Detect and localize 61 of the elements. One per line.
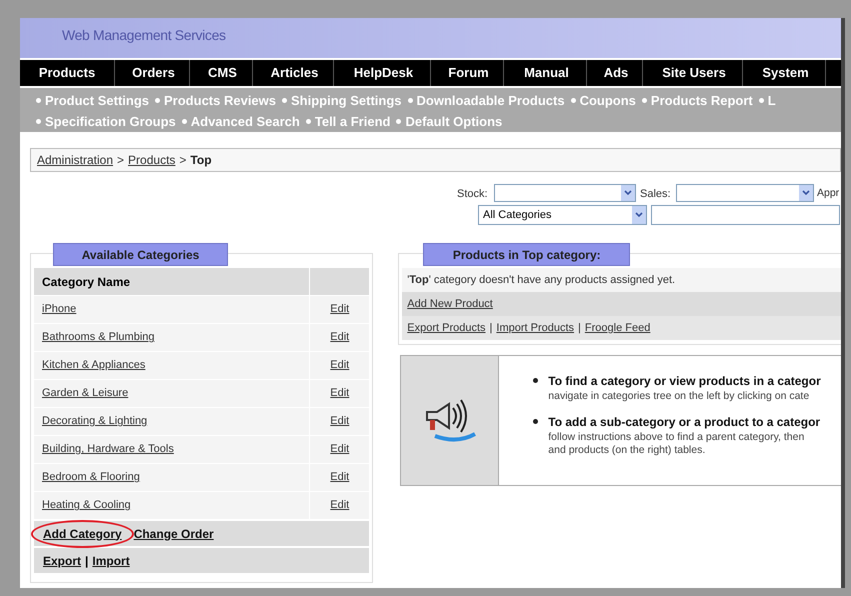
tip-title: To find a category or view products in a categor (548, 373, 821, 390)
category-link[interactable]: Building, Hardware & Tools (42, 441, 174, 458)
bullet-icon (182, 118, 187, 124)
edit-link[interactable]: Edit (330, 329, 350, 346)
bullet-icon (36, 118, 41, 124)
sales-label: Sales: (640, 187, 671, 202)
bullet-icon (758, 98, 764, 104)
bullet-icon (36, 98, 41, 104)
tip-title: To add a sub-category or a product to a categor (548, 414, 820, 431)
edit-link[interactable]: Edit (330, 357, 350, 374)
edit-link[interactable]: Edit (330, 469, 350, 486)
bullet-icon (155, 98, 160, 104)
breadcrumb-current: Top (190, 152, 212, 169)
breadcrumb-separator: > (117, 152, 124, 169)
search-input[interactable] (651, 205, 840, 225)
category-link[interactable]: Heating & Cooling (42, 497, 131, 514)
edit-link[interactable]: Edit (330, 301, 350, 318)
breadcrumb-link[interactable]: Products (128, 151, 176, 169)
category-select[interactable]: All Categories (478, 205, 647, 225)
edit-link[interactable]: Edit (330, 385, 350, 402)
bullet-icon (408, 98, 413, 104)
tip-text: navigate in categories tree on the left by clicking on cate (548, 390, 810, 403)
link-separator: | (578, 320, 581, 336)
breadcrumb-separator: > (179, 152, 186, 169)
panel-legend: Products in Top category: (423, 243, 630, 266)
bullet-icon (282, 98, 288, 104)
link-separator: | (490, 320, 492, 336)
sales-select[interactable] (676, 184, 814, 202)
bullet-icon (533, 378, 538, 383)
edit-link[interactable]: Edit (330, 441, 350, 458)
category-link[interactable]: Kitchen & Appliances (42, 357, 146, 374)
product-link[interactable]: Froogle Feed (584, 320, 650, 336)
bullet-icon (306, 118, 311, 124)
product-link[interactable]: Import Products (496, 320, 574, 336)
site-title: Web Management Services (62, 27, 226, 43)
column-header: Category Name (41, 274, 132, 290)
tip-text: and products (on the right) tables. (548, 444, 706, 457)
bullet-icon (396, 118, 402, 124)
category-link[interactable]: Decorating & Lighting (42, 413, 148, 430)
empty-message: 'Top' category doesn't have any products assigned yet. (402, 268, 841, 292)
panel-legend: Available Categories (53, 243, 228, 266)
bullet-icon (570, 98, 576, 104)
link-separator: | (85, 552, 88, 570)
bullet-icon (533, 419, 538, 424)
bullet-icon (642, 98, 647, 104)
category-link[interactable]: iPhone (42, 301, 76, 318)
add-product-link[interactable]: Add New Product (407, 296, 493, 312)
edit-link[interactable]: Edit (330, 497, 350, 514)
footer-link[interactable]: Change Order (134, 526, 214, 540)
breadcrumb-link[interactable]: Administration (37, 151, 114, 169)
product-link[interactable]: Export Products (407, 320, 486, 336)
stock-label: Stock: (457, 187, 488, 202)
stock-select[interactable] (494, 184, 636, 202)
footer-link[interactable]: Export (43, 554, 82, 568)
tip-text: follow instructions above to find a parent category, then (548, 431, 806, 444)
category-link[interactable]: Bedroom & Flooring (42, 469, 140, 486)
category-link[interactable]: Bathrooms & Plumbing (42, 329, 154, 346)
filter-label: Appr (817, 186, 840, 201)
category-link[interactable]: Garden & Leisure (42, 385, 128, 402)
footer-link[interactable]: Import (92, 554, 130, 568)
edit-link[interactable]: Edit (330, 413, 350, 430)
